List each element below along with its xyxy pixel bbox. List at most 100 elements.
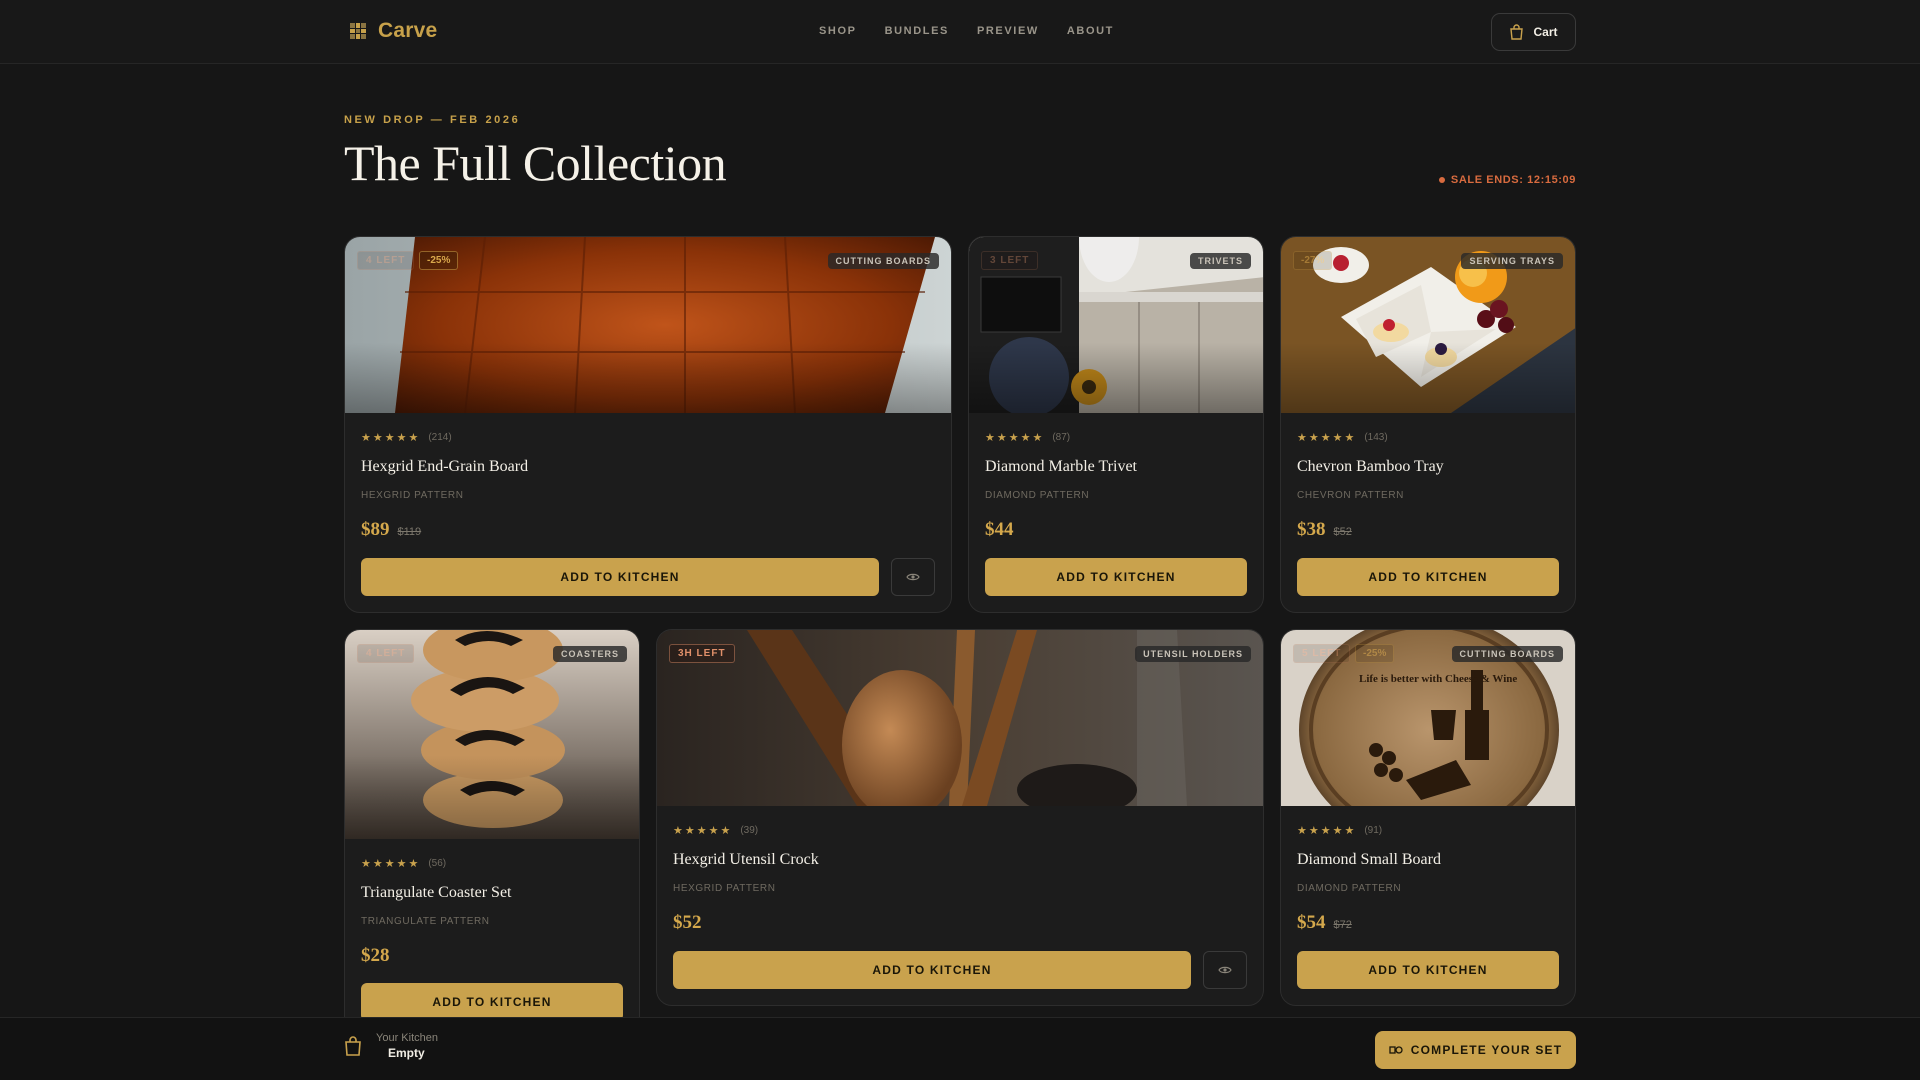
kitchen-text: Your Kitchen Empty (376, 1032, 438, 1060)
nav-link-bundles[interactable]: BUNDLES (885, 25, 949, 37)
card-body: ★★★★★ (39) Hexgrid Utensil Crock HEXGRID… (673, 824, 1247, 934)
sale-countdown-text: SALE ENDS: 12:15:09 (1450, 174, 1576, 186)
product-name[interactable]: Chevron Bamboo Tray (1297, 458, 1559, 476)
card-actions: ADD TO KITCHEN (985, 558, 1247, 596)
product-name[interactable]: Triangulate Coaster Set (361, 884, 623, 902)
stock-badge: 3 LEFT (981, 251, 1039, 270)
card-body: ★★★★★ (214) Hexgrid End-Grain Board HEXG… (361, 431, 935, 541)
brand[interactable]: Carve (350, 19, 437, 43)
add-to-kitchen-button[interactable]: ADD TO KITCHEN (1297, 951, 1559, 989)
card-body: ★★★★★ (56) Triangulate Coaster Set TRIAN… (361, 857, 623, 967)
product-card[interactable]: 4 LEFT -25% CUTTING BOARDS ★★★★★ (214) H… (344, 236, 952, 613)
board-engraving: Life is better with Cheese & Wine (1359, 673, 1517, 685)
kitchen-summary[interactable]: Your Kitchen Empty (344, 1032, 438, 1060)
add-to-kitchen-button[interactable]: ADD TO KITCHEN (361, 558, 879, 596)
price: $54 (1297, 912, 1326, 933)
product-pattern: HEXGRID PATTERN (673, 883, 776, 894)
product-name[interactable]: Diamond Small Board (1297, 851, 1559, 869)
nav-link-about[interactable]: ABOUT (1067, 25, 1114, 37)
old-price: $52 (1333, 526, 1352, 538)
old-price: $72 (1333, 919, 1352, 931)
star-rating: ★★★★★ (361, 432, 421, 444)
page-title: The Full Collection (344, 135, 727, 191)
stock-badge: 4 LEFT (357, 644, 415, 663)
category-badge: SERVING TRAYS (1461, 253, 1563, 269)
grid-logo-icon (350, 23, 366, 39)
brand-name: Carve (378, 19, 438, 42)
price: $89 (361, 519, 390, 540)
price: $28 (361, 945, 390, 966)
product-pattern: HEXGRID PATTERN (361, 490, 464, 501)
product-name[interactable]: Diamond Marble Trivet (985, 458, 1247, 476)
review-count: (39) (740, 825, 759, 836)
review-count: (214) (428, 432, 452, 443)
rating: ★★★★★ (214) (361, 431, 935, 444)
add-to-kitchen-button[interactable]: ADD TO KITCHEN (361, 983, 623, 1017)
stock-badge: 4 LEFT (357, 251, 415, 270)
eye-icon (1218, 966, 1232, 974)
card-actions: ADD TO KITCHEN (1297, 951, 1559, 989)
rating: ★★★★★ (56) (361, 857, 623, 870)
product-image[interactable]: -27% SERVING TRAYS (1281, 237, 1575, 413)
price: $52 (673, 912, 702, 933)
price-row: $52 (673, 912, 1247, 934)
add-to-kitchen-button[interactable]: ADD TO KITCHEN (673, 951, 1191, 989)
product-pattern: TRIANGULATE PATTERN (361, 916, 490, 927)
price-row: $44 (985, 519, 1247, 541)
review-count: (143) (1364, 432, 1388, 443)
product-card[interactable]: Life is better with Cheese & Wine 5 LEFT… (1280, 629, 1576, 1006)
product-image[interactable]: 3 LEFT TRIVETS (969, 237, 1263, 413)
quick-view-button[interactable] (1203, 951, 1247, 989)
rating: ★★★★★ (91) (1297, 824, 1559, 837)
product-card[interactable]: -27% SERVING TRAYS ★★★★★ (143) Chevron B… (1280, 236, 1576, 613)
category-badge: CUTTING BOARDS (827, 253, 939, 269)
nav-link-preview[interactable]: PREVIEW (977, 25, 1039, 37)
complete-set-button[interactable]: COMPLETE YOUR SET (1375, 1031, 1576, 1069)
product-image[interactable]: 3H LEFT UTENSIL HOLDERS (657, 630, 1263, 806)
add-to-kitchen-button[interactable]: ADD TO KITCHEN (1297, 558, 1559, 596)
nav-links: SHOP BUNDLES PREVIEW ABOUT (819, 25, 1114, 37)
kitchen-label: Your Kitchen (376, 1032, 438, 1044)
old-price: $119 (397, 526, 422, 538)
stock-badge: 3H LEFT (669, 644, 735, 663)
product-card[interactable]: 3H LEFT UTENSIL HOLDERS ★★★★★ (39) Hexgr… (656, 629, 1264, 1006)
complete-set-label: COMPLETE YOUR SET (1410, 1043, 1563, 1057)
product-pattern: CHEVRON PATTERN (1297, 490, 1404, 501)
quick-view-button[interactable] (891, 558, 935, 596)
product-name[interactable]: Hexgrid End-Grain Board (361, 458, 935, 476)
discount-badge: -27% (1293, 251, 1333, 270)
price-row: $28 (361, 945, 623, 967)
product-image[interactable]: 4 LEFT -25% CUTTING BOARDS (345, 237, 951, 413)
star-rating: ★★★★★ (1297, 432, 1357, 444)
review-count: (87) (1052, 432, 1071, 443)
price: $38 (1297, 519, 1326, 540)
hero-eyebrow: NEW DROP — FEB 2026 (344, 114, 521, 126)
stock-badge: 5 LEFT (1293, 644, 1351, 663)
cart-label: Cart (1533, 25, 1558, 39)
bundle-icon (1389, 1046, 1403, 1054)
product-image[interactable]: Life is better with Cheese & Wine 5 LEFT… (1281, 630, 1575, 806)
product-card[interactable]: 3 LEFT TRIVETS ★★★★★ (87) Diamond Marble… (968, 236, 1264, 613)
star-rating: ★★★★★ (985, 432, 1045, 444)
nav-link-shop[interactable]: SHOP (819, 25, 857, 37)
price-row: $89 $119 (361, 519, 935, 541)
category-badge: CUTTING BOARDS (1451, 646, 1563, 662)
product-image[interactable]: 4 LEFT COASTERS (345, 630, 639, 839)
price-row: $38 $52 (1297, 519, 1559, 541)
rating: ★★★★★ (87) (985, 431, 1247, 444)
category-badge: TRIVETS (1189, 253, 1251, 269)
product-card[interactable]: 4 LEFT COASTERS ★★★★★ (56) Triangulate C… (344, 629, 640, 1017)
card-body: ★★★★★ (87) Diamond Marble Trivet DIAMOND… (985, 431, 1247, 541)
add-to-kitchen-button[interactable]: ADD TO KITCHEN (985, 558, 1247, 596)
kitchen-status: Empty (388, 1046, 425, 1060)
product-name[interactable]: Hexgrid Utensil Crock (673, 851, 1247, 869)
cart-button[interactable]: Cart (1491, 13, 1576, 51)
eye-icon (906, 573, 920, 581)
shopping-bag-icon (345, 1036, 361, 1056)
product-pattern: DIAMOND PATTERN (1297, 883, 1402, 894)
card-actions: ADD TO KITCHEN (361, 983, 623, 1017)
star-rating: ★★★★★ (673, 825, 733, 837)
card-body: ★★★★★ (143) Chevron Bamboo Tray CHEVRON … (1297, 431, 1559, 541)
price: $44 (985, 519, 1014, 540)
card-actions: ADD TO KITCHEN (1297, 558, 1559, 596)
